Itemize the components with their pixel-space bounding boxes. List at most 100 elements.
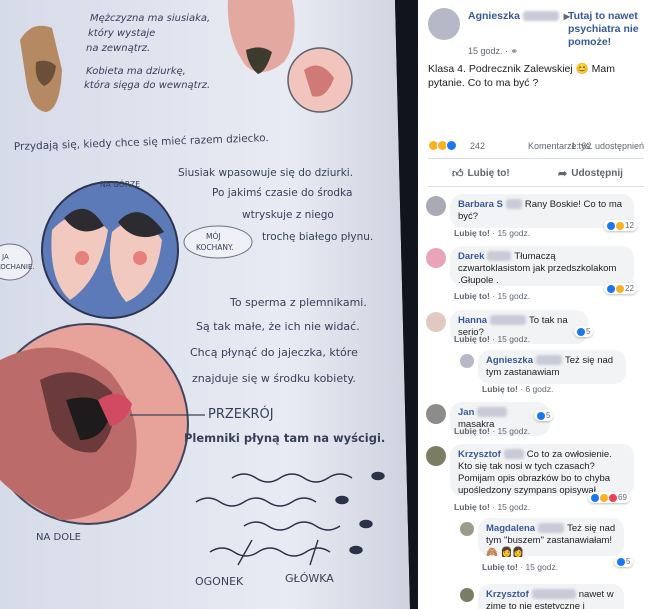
comment-reactions[interactable]: 69: [588, 492, 630, 503]
comment-time[interactable]: · 15 godz.: [490, 334, 530, 344]
body-text-s4: znajduje się w środku kobiety.: [192, 372, 356, 385]
commenter-avatar[interactable]: [426, 248, 446, 268]
commenter-name[interactable]: Krzysztof: [486, 589, 529, 600]
body-text-s1: To sperma z plemnikami.: [229, 296, 367, 309]
like-reaction-icon: [446, 140, 457, 152]
body-text-p4: trochę białego płynu.: [262, 231, 373, 243]
post-side-panel: Agnieszka ▶ Tutaj to nawet psychiatra ni…: [418, 0, 650, 609]
comment-time[interactable]: · 15 godz.: [490, 228, 530, 238]
comment-bubble: Agnieszka Też się nad tym zastanawiam: [478, 350, 626, 384]
commenter-name[interactable]: Hanna: [458, 315, 487, 326]
body-text-p1: Siusiak wpasowuje się do dziurki.: [178, 167, 353, 179]
comment-like-link[interactable]: Lubię to!: [482, 562, 518, 572]
commenter-avatar[interactable]: [426, 196, 446, 216]
shares-count[interactable]: 1 tys. udostępnień: [571, 141, 644, 151]
reaction-count: 12: [625, 221, 634, 230]
comment-time[interactable]: · 6 godz.: [518, 384, 553, 394]
speech-moj: MÓJ: [206, 232, 221, 241]
like-reaction-icon: [607, 221, 615, 230]
haha-reaction-icon: [600, 493, 608, 502]
like-reaction-icon: [537, 411, 545, 420]
commenter-avatar[interactable]: [460, 588, 474, 602]
comment-reactions[interactable]: 5: [614, 556, 634, 567]
cross-section-illustration: [0, 323, 189, 525]
like-button[interactable]: 👍︎ Lubię to!: [452, 167, 510, 180]
divider: [428, 186, 644, 187]
label-przekroj: PRZEKRÓJ: [208, 406, 274, 422]
comment-like-link[interactable]: Lubię to!: [454, 426, 490, 436]
textbook-page-illustration: Mężczyzna ma siusiaka, który wystaje na …: [0, 0, 418, 609]
comment-time[interactable]: · 15 godz.: [518, 562, 558, 572]
intro-text-2: który wystaje: [88, 27, 155, 39]
comment-bubble: Krzysztof nawet w zimę to nie estetyczne …: [478, 584, 624, 609]
label-ogonek: OGONEK: [195, 575, 244, 588]
intro-text-4: Kobieta ma dziurkę,: [86, 66, 186, 77]
comment-time[interactable]: · 15 godz.: [490, 426, 530, 436]
reaction-count: 5: [586, 327, 591, 336]
comment-like-link[interactable]: Lubię to!: [454, 502, 490, 512]
comment-reactions[interactable]: 22: [604, 283, 637, 294]
comment-reactions[interactable]: 12: [604, 220, 637, 231]
wow-reaction-icon: [616, 221, 624, 230]
group-name[interactable]: Tutaj to nawet psychiatra nie pomoże!: [568, 10, 648, 49]
intro-text-3: na zewnątrz.: [86, 43, 150, 54]
couple-illustration: [41, 181, 179, 319]
reaction-count: 5: [546, 411, 551, 420]
body-text-plemniki: Plemniki płyną tam na wyścigi.: [184, 431, 385, 445]
comment-like-link[interactable]: Lubię to!: [454, 228, 490, 238]
reaction-count: 22: [625, 284, 634, 293]
commenter-name[interactable]: Magdalena: [486, 523, 535, 534]
intro-text-5: która sięga do wewnątrz.: [84, 79, 210, 91]
body-text-p2: Po jakimś czasie do środka: [212, 187, 352, 199]
post-text: Klasa 4. Podrecznik Zalewskiej 😊 Mam pyt…: [428, 63, 615, 89]
comment-like-link[interactable]: Lubię to!: [482, 384, 518, 394]
comment-time[interactable]: · 15 godz.: [490, 291, 530, 301]
reaction-count: 5: [626, 557, 631, 566]
commenter-avatar[interactable]: [426, 404, 446, 424]
share-button[interactable]: ➦ Udostępnij: [558, 167, 623, 180]
comment-bubble: Krzysztof Co to za owłosienie. Kto się ta…: [450, 444, 634, 496]
author-name[interactable]: Agnieszka: [468, 10, 520, 22]
commenter-name[interactable]: Jan: [458, 407, 474, 418]
like-reaction-icon: [617, 557, 625, 566]
comment-like-link[interactable]: Lubię to!: [454, 291, 490, 301]
commenter-avatar[interactable]: [460, 522, 474, 536]
thumbs-up-icon: 👍︎: [452, 168, 464, 180]
post-time[interactable]: 15 godz. ·: [468, 46, 511, 56]
love-reaction-icon: [609, 493, 617, 502]
speech-left-kochanie: KOCHANIE.: [0, 263, 35, 271]
globe-icon: ⚭: [510, 46, 519, 56]
commenter-name[interactable]: Darek: [458, 251, 484, 262]
label-na-dole: NA DOLE: [36, 532, 81, 543]
commenter-name[interactable]: Agnieszka: [486, 355, 533, 366]
reactions-summary[interactable]: 242 Komentarze: 62 1 tys. udostępnień: [428, 140, 644, 154]
commenter-name[interactable]: Krzysztof: [458, 449, 501, 460]
reaction-count[interactable]: 242: [470, 141, 485, 151]
body-text-p3: wtryskuje z niego: [242, 209, 334, 221]
redacted-surname: [522, 11, 559, 22]
author-avatar[interactable]: [428, 8, 460, 40]
commenter-avatar[interactable]: [426, 446, 446, 466]
comment-reactions[interactable]: 5: [534, 410, 554, 421]
commenter-avatar[interactable]: [426, 312, 446, 332]
commenter-avatar[interactable]: [460, 354, 474, 368]
like-reaction-icon: [591, 493, 599, 502]
comment-time[interactable]: · 15 godz.: [490, 502, 530, 512]
comment-reactions[interactable]: 5: [574, 326, 594, 337]
share-arrow-icon: ➦: [558, 168, 568, 180]
post-photo[interactable]: Mężczyzna ma siusiaka, który wystaje na …: [0, 0, 418, 609]
comment-like-link[interactable]: Lubię to!: [454, 334, 490, 344]
body-text-s2: Są tak małe, że ich nie widać.: [196, 320, 360, 333]
comment-bubble: Magdalena Też się nad tym "buszem" zastan…: [478, 518, 624, 558]
like-reaction-icon: [577, 327, 585, 336]
body-text-s3: Chcą płynąć do jajeczka, które: [190, 346, 358, 359]
reaction-count: 69: [618, 493, 627, 502]
label-glowka: GŁÓWKA: [285, 572, 334, 585]
speech-kochany: KOCHANY.: [196, 243, 233, 252]
commenter-name[interactable]: Barbara S: [458, 199, 503, 210]
haha-reaction-icon: [616, 284, 624, 293]
like-reaction-icon: [607, 284, 615, 293]
post-header: Agnieszka ▶ Tutaj to nawet psychiatra ni…: [428, 8, 644, 56]
like-button-label: Lubię to!: [467, 168, 510, 179]
intro-text-1: Mężczyzna ma siusiaka,: [90, 13, 210, 24]
